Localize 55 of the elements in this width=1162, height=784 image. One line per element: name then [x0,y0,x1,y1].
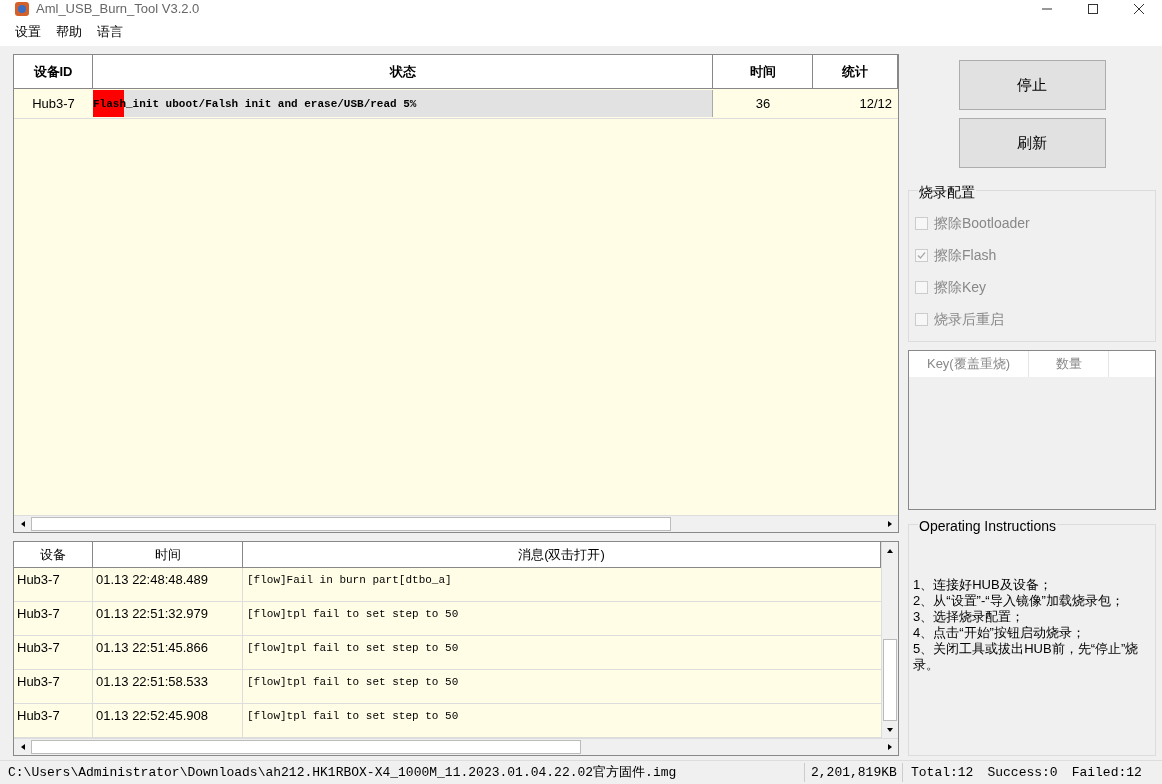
table-cell: Hub3-7 [14,636,93,669]
horizontal-scrollbar[interactable] [14,515,898,532]
down-arrow-icon[interactable] [886,725,894,734]
instruction-text: 5、关闭工具或拔出HUB前，先“停止”烧录。 [913,641,1140,673]
table-cell: Hub3-7 [14,602,93,635]
table-cell-text: 36 [754,94,772,113]
horizontal-scrollbar[interactable] [14,738,898,755]
right-arrow-icon[interactable] [885,743,894,751]
table-cell: 01.13 22:51:32.979 [93,602,243,635]
checkbox-label: 擦除Flash [934,246,997,265]
table-cell: 01.13 22:48:48.489 [93,568,243,601]
failed-count: Failed:12 [1070,763,1142,782]
menu-item[interactable]: 语言 [97,22,123,42]
column-header[interactable]: 时间 [93,542,243,567]
file-size: 2,201,819KB [804,762,902,783]
app-icon [14,1,30,17]
table-cell: 01.13 22:51:58.533 [93,670,243,703]
maximize-icon[interactable] [1088,4,1098,14]
column-header[interactable]: 数量 [1029,351,1109,377]
success-count: Success:0 [986,763,1058,782]
column-header[interactable]: 设备 [14,542,93,567]
column-header[interactable]: 状态 [93,55,713,88]
window-title: Aml_USB_Burn_Tool V3.2.0 [36,0,200,19]
table-cell-text: [flow]tpl fail to set step to 50 [246,607,460,622]
checkbox-label: 擦除Key [934,278,987,297]
table-cell-text: [flow]tpl fail to set step to 50 [246,641,460,656]
table-cell: Hub3-7 [14,568,93,601]
menu-item[interactable]: 帮助 [56,22,82,42]
close-icon[interactable] [1134,4,1144,14]
menu-item[interactable]: 设置 [15,22,41,42]
action-button[interactable]: 刷新 [958,118,1106,168]
action-button[interactable]: 停止 [958,60,1106,110]
table-cell: Hub3-7 [14,704,93,737]
column-header[interactable]: 设备ID [14,55,93,88]
table-cell: Hub3-7 [14,670,93,703]
table-cell-text: [flow]Fail in burn part[dtbo_a] [246,573,453,588]
instruction-text: 3、选择烧录配置； [913,609,1026,625]
checkbox-label: 烧录后重启 [934,310,1004,329]
table-cell-text: [flow]tpl fail to set step to 50 [246,709,460,724]
checkbox-label: 擦除Bootloader [934,214,1030,233]
table-cell: 01.13 22:51:45.866 [93,636,243,669]
instruction-text: 4、点击“开始”按钮启动烧录； [913,625,1086,641]
table-cell-text: Hub3-7 [31,94,76,113]
instruction-text: 1、连接好HUB及设备； [913,577,1053,593]
column-header[interactable]: Key(覆盖重烧) [909,351,1029,377]
file-path: C:\Users\Administrator\Downloads\ah212.HK1RBOX-X4_1000M_11.2023.01.04.22.02官方固件.img [7,763,678,782]
table-cell-text: [flow]tpl fail to set step to 50 [246,675,460,690]
table-cell: 01.13 22:52:45.908 [93,704,243,737]
total-count: Total:12 [902,762,974,783]
right-arrow-icon[interactable] [885,520,894,528]
column-header[interactable]: 时间 [713,55,813,88]
instruction-text: 2、从“设置”-“导入镜像”加载烧录包； [913,593,1125,609]
vertical-scrollbar[interactable] [881,542,898,738]
table-cell-text: 12/12 [858,94,893,113]
column-header[interactable]: 统计 [813,55,898,88]
